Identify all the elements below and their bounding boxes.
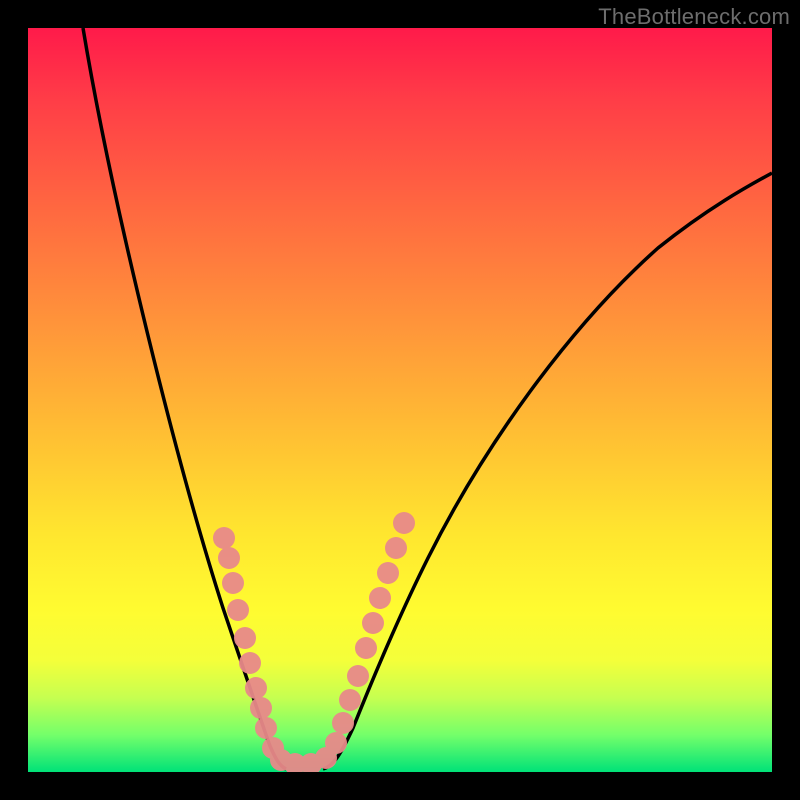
dot	[347, 665, 369, 687]
curve-right	[323, 173, 772, 769]
plot-area	[28, 28, 772, 772]
dot	[218, 547, 240, 569]
dot	[222, 572, 244, 594]
dot	[369, 587, 391, 609]
dot	[255, 717, 277, 739]
dot	[385, 537, 407, 559]
dot	[227, 599, 249, 621]
dot	[362, 612, 384, 634]
dot	[250, 697, 272, 719]
scatter-dots	[213, 512, 415, 772]
watermark-text: TheBottleneck.com	[598, 4, 790, 30]
dot	[355, 637, 377, 659]
dot	[213, 527, 235, 549]
dot	[239, 652, 261, 674]
dot	[234, 627, 256, 649]
dot	[377, 562, 399, 584]
dot	[332, 712, 354, 734]
dot	[339, 689, 361, 711]
dot	[393, 512, 415, 534]
chart-container: TheBottleneck.com	[0, 0, 800, 800]
dot	[325, 732, 347, 754]
dot	[245, 677, 267, 699]
bottleneck-curve	[28, 28, 772, 772]
